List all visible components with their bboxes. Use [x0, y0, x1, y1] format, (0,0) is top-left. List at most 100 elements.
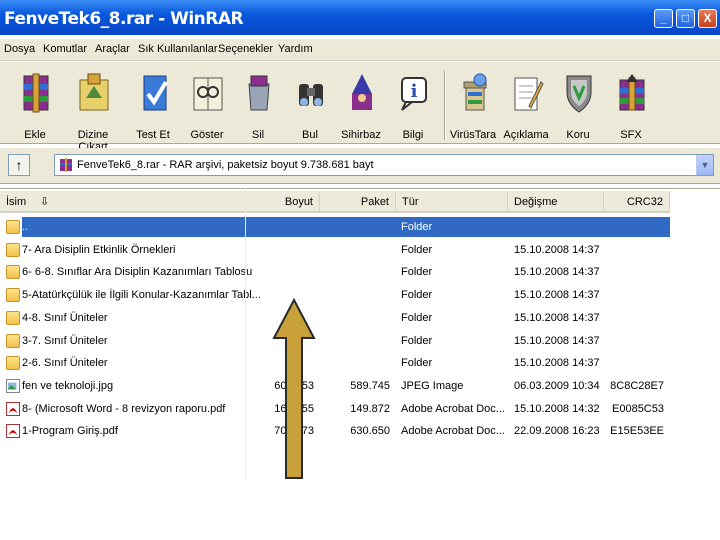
menu-dosya[interactable]: Dosya [4, 43, 35, 55]
file-name: fen ve teknoloji.jpg [22, 379, 114, 392]
file-row[interactable]: 5-Atatürkçülük ile İlgili Konular-Kazanı… [0, 285, 720, 307]
column-header-modified[interactable]: Değişme [508, 191, 604, 213]
sort-arrow-icon: ⇩ [40, 196, 50, 208]
svg-text:i: i [411, 81, 418, 102]
file-row[interactable]: 6- 6-8. Sınıflar Ara Disiplin Kazanımlar… [0, 262, 720, 284]
file-name: 7- Ara Disiplin Etkinlik Örnekleri [22, 243, 176, 256]
toolbar-find-button[interactable]: Bul [281, 68, 339, 142]
column-name-label: İsim [6, 196, 27, 208]
toolbar-virusscan-button[interactable]: VirüsTara [444, 68, 502, 142]
toolbar-add-button[interactable]: Ekle [6, 68, 64, 142]
toolbar-protect-button[interactable]: Koru [549, 68, 607, 142]
archive-path-combo[interactable]: FenveTek6_8.rar - RAR arşivi, paketsiz b… [54, 154, 714, 176]
file-crc: E15E53EE [610, 425, 664, 438]
column-header-crc[interactable]: CRC32 [604, 191, 670, 213]
file-modified: 15.10.2008 14:37 [514, 334, 600, 347]
file-name: 4-8. Sınıf Üniteler [22, 311, 108, 324]
toolbar-view-button[interactable]: Göster [178, 68, 236, 142]
toolbar-find-label: Bul [302, 129, 318, 141]
file-list: İsim ⇩ Boyut Paket Tür Değişme CRC32 .. F… [0, 188, 720, 480]
menu-favorites[interactable]: Sık Kullanılanlar [138, 43, 218, 55]
file-type: Folder [401, 289, 433, 302]
column-divider [245, 188, 246, 480]
file-row[interactable]: 4-8. Sınıf Üniteler Folder 15.10.2008 14:3… [0, 308, 720, 330]
file-row[interactable]: 3-7. Sınıf Üniteler Folder 15.10.2008 14:3… [0, 331, 720, 353]
file-modified: 15.10.2008 14:37 [514, 311, 600, 324]
toolbar-extract-button[interactable]: Dizine Çıkart [64, 68, 122, 153]
selection-highlight [22, 217, 670, 237]
menu-araclar[interactable]: Araçlar [95, 43, 130, 55]
toolbar-view-label: Göster [190, 129, 224, 141]
minimize-button[interactable]: _ [654, 9, 673, 28]
toolbar-protect-label: Koru [566, 129, 590, 141]
toolbar-wizard-button[interactable]: Sihirbaz [332, 68, 390, 142]
view-icon [193, 77, 223, 111]
jpeg-file-icon [6, 378, 20, 393]
file-row[interactable]: fen ve teknoloji.jpg600.053589.745JPEG I… [0, 376, 720, 398]
file-row[interactable]: 2-6. Sınıf Üniteler Folder 15.10.2008 14:3… [0, 353, 720, 375]
file-name: 1-Program Giriş.pdf [22, 425, 118, 438]
folder-icon [6, 333, 20, 348]
menu-yardim[interactable]: Yardım [278, 43, 313, 55]
title-bar: FenveTek6_8.rar - WinRAR _ □ X [0, 0, 720, 35]
file-modified: 15.10.2008 14:37 [514, 266, 600, 279]
toolbar-add-label: Ekle [24, 129, 46, 141]
maximize-button[interactable]: □ [676, 9, 695, 28]
toolbar-sfx-button[interactable]: SFX [602, 68, 660, 142]
close-button[interactable]: X [698, 9, 717, 28]
file-packed-size: 149.872 [350, 402, 390, 415]
file-type: Folder [401, 243, 433, 256]
column-header-name[interactable]: İsim ⇩ [0, 191, 246, 213]
menu-komutlar[interactable]: Komutlar [43, 43, 87, 55]
file-type: Adobe Acrobat Doc... [401, 425, 505, 438]
protect-icon [566, 75, 592, 113]
file-name: 6- 6-8. Sınıflar Ara Disiplin Kazanımlar… [22, 266, 253, 279]
file-type: Folder [401, 334, 433, 347]
folder-icon [6, 356, 20, 371]
folder-icon [6, 265, 20, 280]
toolbar-comment-button[interactable]: Açıklama [497, 68, 555, 142]
file-type: Folder [401, 221, 433, 233]
find-icon [299, 84, 323, 106]
file-type: JPEG Image [401, 379, 464, 392]
file-row[interactable]: 8- (Microsoft Word - 8 revizyon raporu.p… [0, 399, 720, 421]
file-name: .. [22, 221, 29, 233]
file-row[interactable]: 1-Program Giriş.pdf709.773630.650Adobe A… [0, 421, 720, 443]
address-bar: ↑ FenveTek6_8.rar - RAR arşivi, paketsiz… [0, 148, 720, 184]
extract-to-icon [79, 73, 109, 111]
column-header-size[interactable]: Boyut [246, 191, 320, 213]
up-one-level-button[interactable]: ↑ [8, 154, 30, 176]
toolbar-test-label: Test Et [136, 129, 170, 141]
file-modified: 15.10.2008 14:37 [514, 289, 600, 302]
toolbar-virusscan-label: VirüsTara [449, 129, 497, 141]
file-crc: 8C8C28E7 [610, 379, 664, 392]
menu-secenekler[interactable]: Seçenekler [218, 43, 273, 55]
column-header-type[interactable]: Tür [396, 191, 508, 213]
comment-icon [514, 77, 544, 111]
up-arrow-annotation [272, 298, 316, 479]
toolbar-comment-label: Açıklama [503, 129, 549, 141]
file-name: 8- (Microsoft Word - 8 revizyon raporu.p… [22, 402, 226, 415]
toolbar-info-label: Bilgi [402, 129, 424, 141]
toolbar-delete-button[interactable]: Sil [229, 68, 287, 142]
column-header-packed[interactable]: Paket [320, 191, 396, 213]
pdf-file-icon [6, 401, 20, 416]
virus-scan-icon [463, 73, 487, 111]
file-modified: 15.10.2008 14:37 [514, 357, 600, 370]
chevron-down-icon[interactable]: ▼ [696, 155, 713, 175]
file-row[interactable]: 7- Ara Disiplin Etkinlik Örnekleri Folder… [0, 240, 720, 262]
pdf-file-icon [6, 424, 20, 439]
file-type: Folder [401, 266, 433, 279]
file-modified: 15.10.2008 14:32 [514, 402, 600, 415]
file-row[interactable]: .. Folder [0, 217, 720, 239]
file-type: Folder [401, 357, 433, 370]
file-type: Adobe Acrobat Doc... [401, 402, 505, 415]
add-archive-icon [23, 73, 49, 113]
archive-icon [60, 158, 72, 172]
toolbar-wizard-label: Sihirbaz [341, 129, 381, 141]
toolbar-info-button[interactable]: i Bilgi [384, 68, 442, 142]
menu-bar: Dosya Komutlar Araçlar Sık Kullanılanlar… [0, 39, 720, 61]
file-packed-size: 630.650 [350, 425, 390, 438]
delete-icon [248, 75, 270, 111]
toolbar-test-button[interactable]: Test Et [124, 68, 182, 142]
